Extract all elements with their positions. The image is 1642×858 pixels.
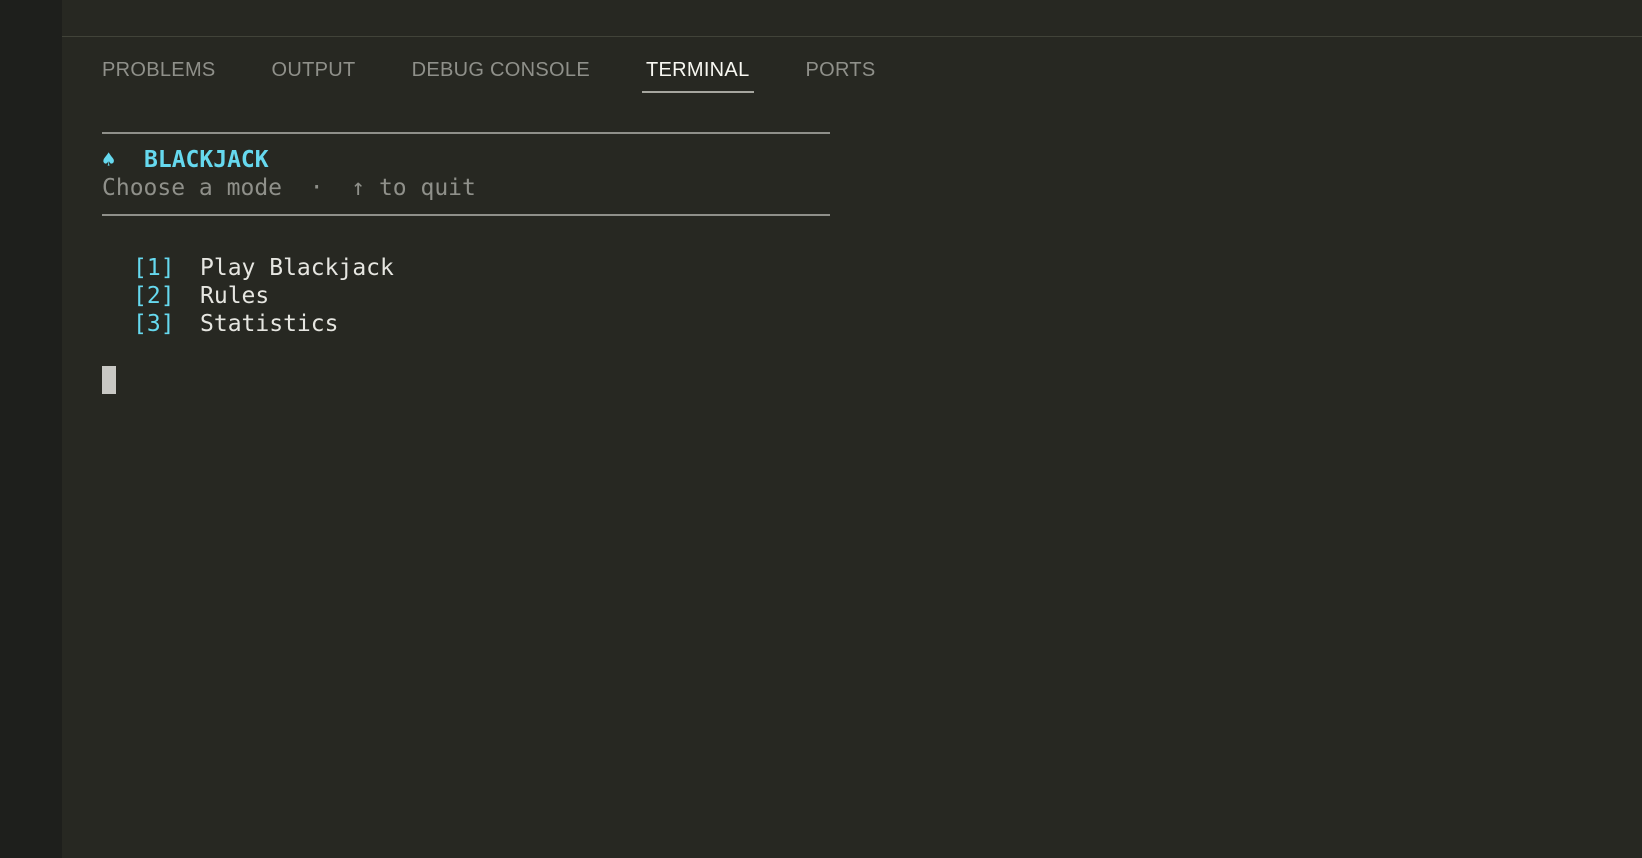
bottom-panel: PROBLEMS OUTPUT DEBUG CONSOLE TERMINAL P… [62, 0, 1642, 858]
mode-menu: [1] Play Blackjack [2] Rules [3] Statistics [133, 254, 830, 338]
tab-debug-console[interactable]: DEBUG CONSOLE [408, 57, 594, 93]
menu-key: [3] [133, 311, 175, 337]
menu-item-play[interactable]: [1] Play Blackjack [133, 254, 830, 282]
menu-item-rules[interactable]: [2] Rules [133, 282, 830, 310]
menu-item-statistics[interactable]: [3] Statistics [133, 310, 830, 338]
header-subtitle: Choose a mode · ↑ to quit [102, 175, 476, 201]
tab-problems[interactable]: PROBLEMS [102, 57, 220, 93]
menu-label: Play Blackjack [200, 255, 394, 281]
vscode-window: PROBLEMS OUTPUT DEBUG CONSOLE TERMINAL P… [0, 0, 1642, 858]
panel-tabs: PROBLEMS OUTPUT DEBUG CONSOLE TERMINAL P… [102, 57, 928, 95]
menu-label: Statistics [200, 311, 339, 337]
menu-key: [1] [133, 255, 175, 281]
header-title-line: ♠ BLACKJACK [102, 146, 830, 174]
terminal-cursor [102, 366, 116, 394]
tab-terminal[interactable]: TERMINAL [641, 57, 754, 93]
tab-ports[interactable]: PORTS [802, 57, 880, 93]
terminal-output[interactable]: ♠ BLACKJACK Choose a mode · ↑ to quit [1]… [102, 132, 830, 394]
activity-bar [0, 0, 62, 858]
tab-output[interactable]: OUTPUT [268, 57, 360, 93]
app-title: BLACKJACK [144, 147, 269, 173]
header-bottom-rule [102, 214, 830, 216]
menu-label: Rules [200, 283, 270, 309]
header-top-rule [102, 132, 830, 134]
spade-icon: ♠ [102, 148, 116, 173]
menu-key: [2] [133, 283, 175, 309]
panel-border[interactable] [62, 36, 1642, 37]
